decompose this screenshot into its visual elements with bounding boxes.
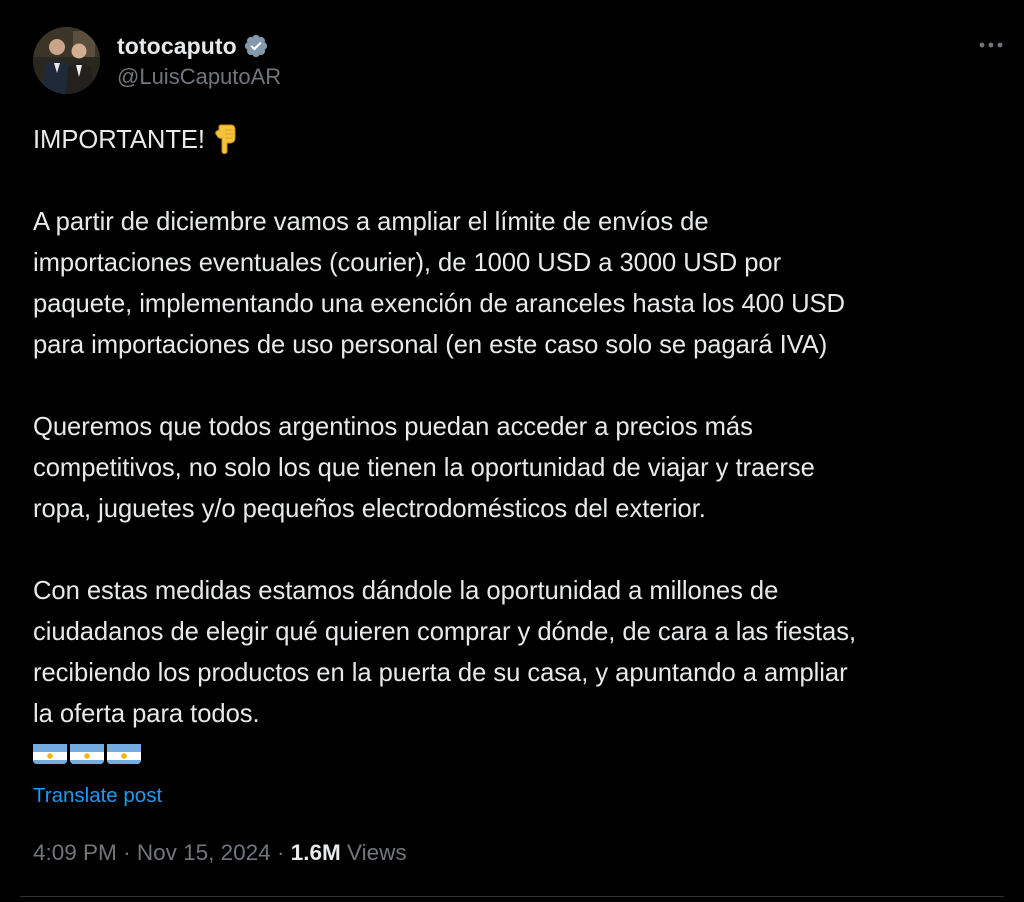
paragraph-announcement: A partir de diciembre vamos a ampliar el… — [33, 202, 1013, 366]
flag-argentina-icon — [33, 740, 67, 764]
post-time[interactable]: 4:09 PM — [33, 840, 117, 865]
tweet-text: IMPORTANTE! A partir de diciembre vamos … — [33, 120, 1013, 769]
translate-post-link[interactable]: Translate post — [33, 784, 162, 808]
views-count: 1.6M — [290, 840, 341, 865]
separator: · — [123, 840, 131, 865]
text-line: ropa, juguetes y/o pequeños electrodomés… — [33, 495, 706, 523]
text-line: para importaciones de uso personal (en e… — [33, 331, 828, 359]
text-line: Queremos que todos argentinos puedan acc… — [33, 413, 753, 441]
separator: · — [276, 840, 285, 865]
author-handle[interactable]: @LuisCaputoAR — [117, 64, 281, 90]
post-date[interactable]: Nov 15, 2024 — [137, 840, 271, 865]
author-names: totocaputo @LuisCaputoAR — [117, 31, 281, 90]
tweet-header: totocaputo @LuisCaputoAR — [33, 27, 1003, 97]
flag-argentina-icon — [70, 740, 104, 764]
text-line: la oferta para todos. — [33, 700, 260, 728]
text-line: ciudadanos de elegir qué quieren comprar… — [33, 618, 857, 646]
flag-emoji-row — [33, 735, 1013, 769]
flag-argentina-icon — [107, 740, 141, 764]
paragraph-closing: Con estas medidas estamos dándole la opo… — [33, 571, 1013, 735]
text-line: importaciones eventuales (courier), de 1… — [33, 249, 782, 277]
text-line: IMPORTANTE! — [33, 126, 205, 154]
more-options-icon[interactable] — [971, 31, 1011, 59]
text-line: competitivos, no solo los que tienen la … — [33, 454, 815, 482]
text-line: paquete, implementando una exención de a… — [33, 290, 845, 318]
display-name-row: totocaputo — [117, 31, 281, 61]
tweet-card: totocaputo @LuisCaputoAR IMPORTANTE! A p… — [0, 0, 1024, 902]
display-name[interactable]: totocaputo — [117, 33, 237, 60]
divider — [20, 896, 1004, 897]
avatar[interactable] — [33, 27, 100, 94]
tweet-metadata: 4:09 PM · Nov 15, 2024 · 1.6M Views — [33, 840, 407, 866]
verified-badge-icon[interactable] — [243, 33, 269, 59]
backhand-index-pointing-down-icon — [211, 124, 239, 155]
paragraph-goal: Queremos que todos argentinos puedan acc… — [33, 407, 1013, 530]
paragraph-heading: IMPORTANTE! — [33, 120, 1013, 161]
avatar-photo — [33, 27, 100, 94]
text-line: Con estas medidas estamos dándole la opo… — [33, 577, 779, 605]
views-label: Views — [347, 840, 407, 865]
text-line: recibiendo los productos en la puerta de… — [33, 659, 848, 687]
text-line: A partir de diciembre vamos a ampliar el… — [33, 208, 709, 236]
